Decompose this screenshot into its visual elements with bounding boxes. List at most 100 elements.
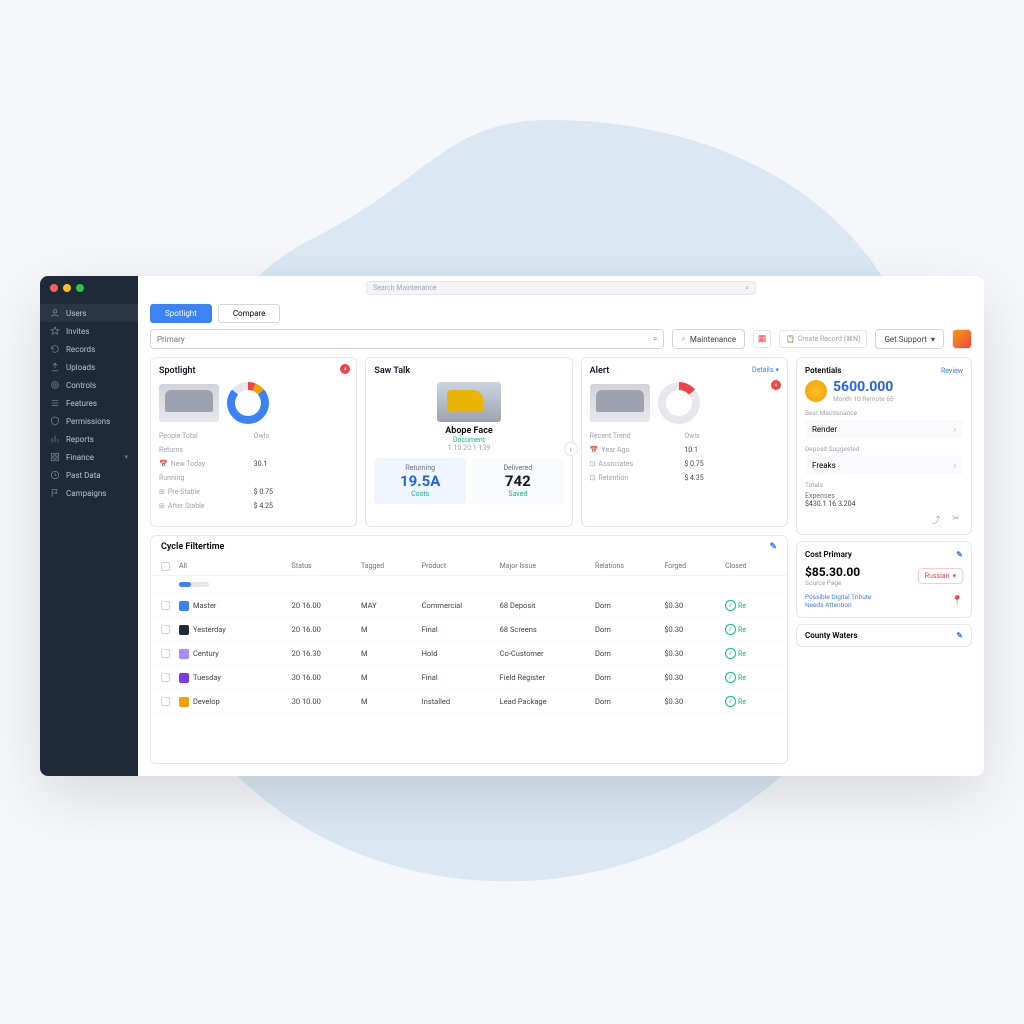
stat-sub: Costs bbox=[380, 490, 460, 498]
sidebar-item-campaigns[interactable]: Campaigns bbox=[40, 484, 138, 502]
traffic-max-icon[interactable] bbox=[76, 284, 84, 292]
cell: $0.30 bbox=[664, 601, 725, 610]
cell: $0.30 bbox=[664, 697, 725, 706]
cell: M bbox=[361, 625, 422, 634]
kv-row-value: $ 0.75 bbox=[254, 488, 349, 496]
th[interactable]: Closed bbox=[725, 562, 777, 571]
table-row[interactable]: Master 20 16.00 MAY Commercial 68 Deposi… bbox=[151, 594, 787, 618]
close-badge[interactable]: × bbox=[771, 380, 781, 390]
primary-filter-input[interactable]: Primary ⌕ bbox=[150, 329, 664, 349]
cell: 30 10.00 bbox=[292, 697, 361, 706]
th[interactable]: Forged bbox=[664, 562, 725, 571]
th[interactable]: All bbox=[179, 562, 292, 571]
review-link[interactable]: Review bbox=[941, 367, 963, 375]
close-badge[interactable]: × bbox=[340, 364, 350, 374]
row-checkbox[interactable] bbox=[161, 697, 170, 706]
cell: 20 16.30 bbox=[292, 649, 361, 658]
row-checkbox[interactable] bbox=[161, 673, 170, 682]
main-area: Search Maintenance ⌕ Spotlight Compare P… bbox=[138, 276, 984, 776]
th[interactable]: Product bbox=[422, 562, 500, 571]
chevron-right-icon: › bbox=[954, 425, 956, 434]
cell: 30 16.00 bbox=[292, 673, 361, 682]
render-row[interactable]: Render › bbox=[805, 420, 963, 439]
upload-icon bbox=[50, 362, 60, 372]
kv-label: People Total bbox=[159, 432, 254, 440]
star-icon bbox=[50, 326, 60, 336]
sidebar-item-pastdata[interactable]: Past Data bbox=[40, 466, 138, 484]
tab-spotlight[interactable]: Spotlight bbox=[150, 304, 212, 323]
status-cell: Re bbox=[725, 648, 777, 659]
row-checkbox[interactable] bbox=[161, 625, 170, 634]
panel-title: County Waters bbox=[805, 631, 858, 640]
support-dropdown[interactable]: Get Support ▾ bbox=[875, 329, 944, 349]
traffic-close-icon[interactable] bbox=[50, 284, 58, 292]
cell: Dorn bbox=[595, 697, 664, 706]
row-name: Develop bbox=[193, 697, 220, 706]
sidebar-label: Past Data bbox=[66, 471, 128, 480]
donut-chart bbox=[227, 382, 269, 424]
status-cell: Re bbox=[725, 624, 777, 635]
sidebar-item-reports[interactable]: Reports bbox=[40, 430, 138, 448]
pin-icon[interactable]: 📍 bbox=[952, 596, 963, 606]
card-title: Alert bbox=[590, 366, 779, 376]
row-name: Yesterday bbox=[193, 625, 226, 634]
cell: MAY bbox=[361, 601, 422, 610]
table-row[interactable]: Develop 30 10.00 M Installed Lead Packag… bbox=[151, 690, 787, 714]
currency-dropdown[interactable]: Russian▾ bbox=[918, 568, 963, 584]
right-column: Potentials Review 5600.000 Month 10 Remo… bbox=[796, 357, 972, 764]
row-color-tag bbox=[179, 697, 189, 707]
left-column: Spotlight × People Total Owls Returns 📅 … bbox=[150, 357, 788, 764]
sidebar-item-records[interactable]: Records bbox=[40, 340, 138, 358]
calendar-button[interactable]: ▦ bbox=[753, 330, 771, 348]
th[interactable]: Major Issue bbox=[500, 562, 595, 571]
app-window: Users Invites Records Uploads Controls F… bbox=[40, 276, 984, 776]
reload-icon bbox=[50, 344, 60, 354]
expand-button[interactable]: ‹ bbox=[564, 442, 578, 456]
scissors-icon[interactable]: ✂ bbox=[949, 512, 963, 526]
summary-avatar bbox=[805, 380, 827, 402]
edit-icon[interactable]: ✎ bbox=[956, 631, 963, 640]
sidebar-item-permissions[interactable]: Permissions bbox=[40, 412, 138, 430]
sidebar-item-controls[interactable]: Controls bbox=[40, 376, 138, 394]
share-icon[interactable]: ⤴ bbox=[929, 512, 943, 526]
user-avatar[interactable] bbox=[952, 329, 972, 349]
kv-label: Owls bbox=[684, 432, 779, 440]
summary-cards: Spotlight × People Total Owls Returns 📅 … bbox=[150, 357, 788, 527]
sidebar-item-users[interactable]: Users bbox=[40, 304, 138, 322]
table-row[interactable]: Tuesday 30 16.00 M Final Field Register … bbox=[151, 666, 787, 690]
content: Spotlight × People Total Owls Returns 📅 … bbox=[138, 357, 984, 776]
select-all-checkbox[interactable] bbox=[161, 562, 170, 571]
sidebar-label: Invites bbox=[66, 327, 128, 336]
sidebar-item-invites[interactable]: Invites bbox=[40, 322, 138, 340]
details-link[interactable]: Details ▾ bbox=[752, 366, 779, 374]
table-row[interactable]: Century 20 16.30 M Hold Co-Customer Dorn… bbox=[151, 642, 787, 666]
freaks-row[interactable]: Freaks › bbox=[805, 456, 963, 475]
edit-icon[interactable]: ✎ bbox=[769, 542, 777, 552]
table-title: Cycle Filtertime bbox=[161, 542, 224, 552]
cost-sub: Source Page bbox=[805, 579, 860, 587]
sidebar-item-features[interactable]: Features bbox=[40, 394, 138, 412]
progress-bar bbox=[179, 582, 209, 587]
row-checkbox[interactable] bbox=[161, 649, 170, 658]
kv-row-label: 📅 New Today bbox=[159, 460, 254, 468]
edit-icon[interactable]: ✎ bbox=[956, 550, 963, 559]
sidebar-item-uploads[interactable]: Uploads bbox=[40, 358, 138, 376]
sidebar-item-finance[interactable]: Finance ▾ bbox=[40, 448, 138, 466]
traffic-min-icon[interactable] bbox=[63, 284, 71, 292]
table-row[interactable]: Yesterday 20 16.00 M Final 68 Screens Do… bbox=[151, 618, 787, 642]
kv-sublabel: Running bbox=[159, 474, 254, 482]
stat-value: 742 bbox=[478, 472, 558, 490]
entity-meta: 1.10 20:1 139 bbox=[374, 444, 563, 452]
th[interactable]: Tagged bbox=[361, 562, 422, 571]
maintenance-filter[interactable]: ⌕ Maintenance bbox=[672, 329, 745, 349]
summary-panel: Potentials Review 5600.000 Month 10 Remo… bbox=[796, 357, 972, 535]
status-cell: Re bbox=[725, 696, 777, 707]
vehicle-thumbnail bbox=[159, 384, 219, 422]
row-checkbox[interactable] bbox=[161, 601, 170, 610]
th[interactable]: Relations bbox=[595, 562, 664, 571]
section-label: Totals bbox=[805, 481, 963, 489]
tab-compare[interactable]: Compare bbox=[218, 304, 281, 323]
clipboard-button[interactable]: 📋 Create Record (⌘N) bbox=[779, 330, 867, 348]
th[interactable]: Status bbox=[292, 562, 361, 571]
stat-value: 19.5A bbox=[380, 472, 460, 490]
